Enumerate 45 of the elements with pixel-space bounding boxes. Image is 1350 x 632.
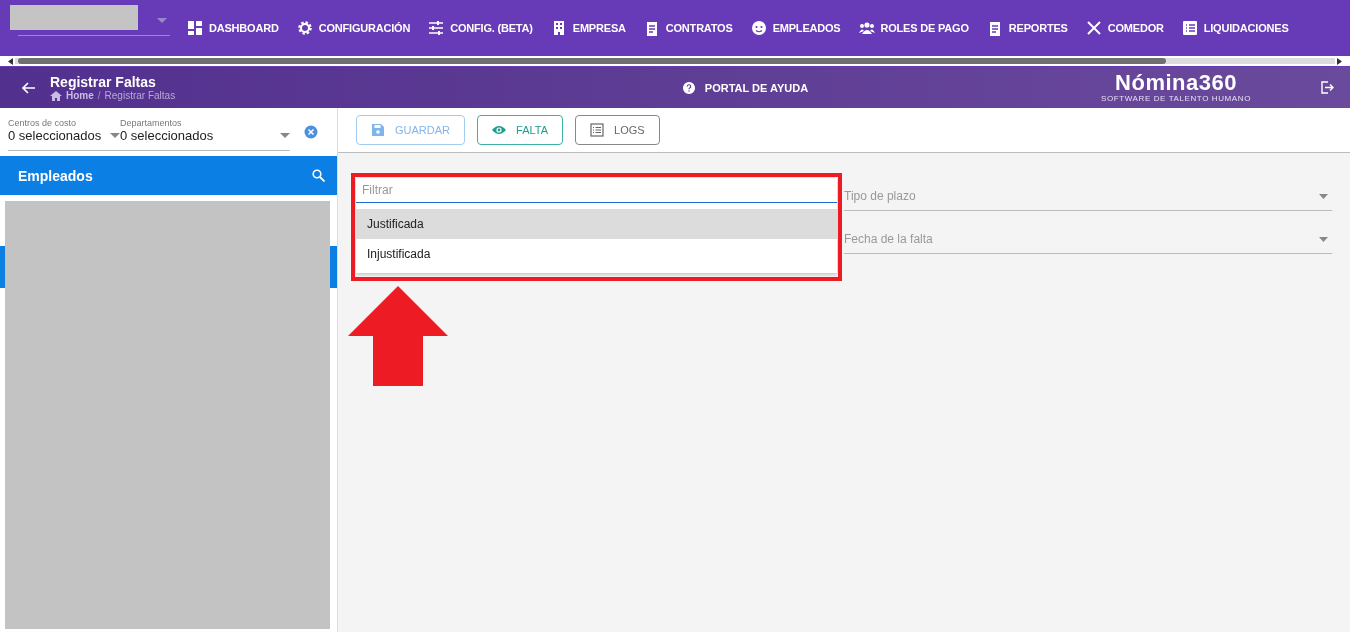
nav-link[interactable]: CONTRATOS: [634, 10, 742, 46]
people-icon: [858, 20, 875, 36]
help-portal-link[interactable]: PORTAL DE AYUDA: [682, 81, 809, 94]
nav-link[interactable]: REPORTES: [977, 10, 1077, 46]
caret-icon: [110, 133, 120, 138]
breadcrumb-current: Registrar Faltas: [104, 90, 176, 101]
list-icon: [590, 123, 604, 137]
breadcrumb-link[interactable]: Home: [66, 90, 94, 101]
logo: Nómina360 SOFTWARE DE TALENTO HUMANO: [1101, 72, 1251, 103]
nav-link[interactable]: EMPLEADOS: [741, 10, 850, 46]
filter-select[interactable]: Centros de costo 0 seleccionados: [8, 118, 120, 143]
nav-link[interactable]: EMPRESA: [541, 10, 635, 46]
filter-select[interactable]: Departamentos 0 seleccionados: [120, 118, 290, 143]
eye-icon: [492, 123, 506, 137]
nav-link[interactable]: ROLES DE PAGO: [849, 10, 978, 46]
logout-icon[interactable]: [1321, 81, 1334, 94]
list-icon: [1181, 20, 1198, 36]
filter-input[interactable]: Filtrar: [356, 178, 837, 203]
help-icon: [682, 81, 695, 94]
caret-icon: [280, 133, 290, 138]
caret-icon: [157, 18, 167, 24]
caret-icon: [1319, 193, 1328, 199]
sliders-icon: [428, 20, 445, 36]
caret-icon: [1319, 236, 1328, 242]
nav-link[interactable]: COMEDOR: [1076, 10, 1173, 46]
page-title: Registrar Faltas: [50, 74, 157, 90]
nav-link[interactable]: DASHBOARD: [178, 10, 288, 46]
back-arrow-icon[interactable]: [22, 81, 36, 94]
breadcrumb-separator: /: [97, 90, 101, 101]
horizontal-scrollbar[interactable]: [15, 58, 1335, 64]
scroll-right-icon[interactable]: [1337, 57, 1342, 65]
gear-icon: [296, 20, 313, 36]
dropdown-option[interactable]: Injustificada: [356, 239, 837, 269]
nav-link[interactable]: CONFIGURACIÓN: [287, 10, 420, 46]
home-icon: [50, 90, 62, 101]
nav-link[interactable]: LIQUIDACIONES: [1172, 10, 1298, 46]
clear-icon[interactable]: [304, 125, 318, 139]
nav-link[interactable]: CONFIG. (BETA): [419, 10, 542, 46]
smiley-icon: [750, 20, 767, 36]
scroll-left-icon[interactable]: [8, 57, 13, 65]
grid-icon: [187, 20, 203, 36]
log-button[interactable]: LOGS: [575, 115, 660, 145]
panel-title: Empleados: [18, 167, 93, 184]
search-icon[interactable]: [312, 169, 325, 182]
dropdown-option[interactable]: Justificada: [356, 209, 837, 239]
